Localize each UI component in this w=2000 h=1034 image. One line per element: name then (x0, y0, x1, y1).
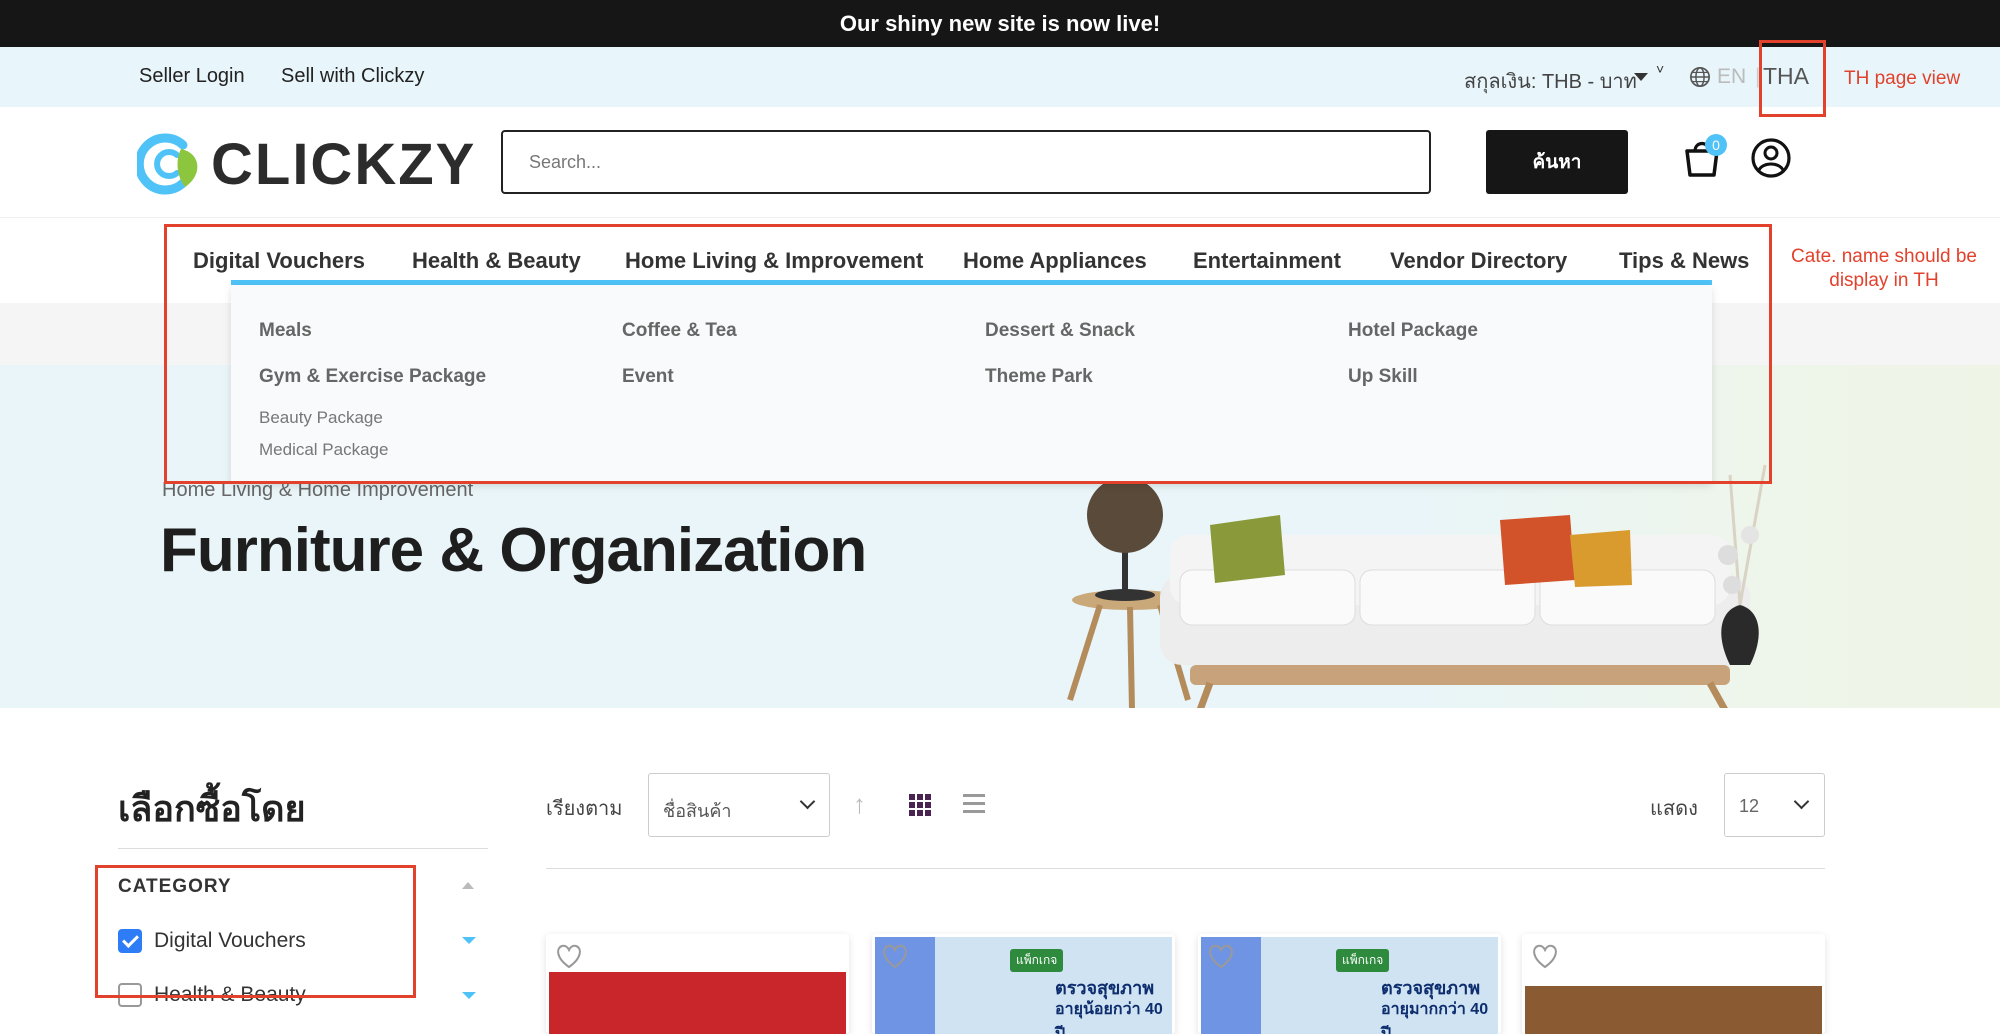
annotation-box-lang (1759, 40, 1826, 117)
per-page-select[interactable]: 12 (1724, 773, 1825, 837)
product-card[interactable]: แพ็กเกจ ตรวจสุขภาพ อายุน้อยกว่า 40 ปี (872, 934, 1175, 1034)
product-card[interactable]: แพ็กเกจ ตรวจสุขภาพ อายุมากกว่า 40 ปี (1198, 934, 1501, 1034)
clickzy-logo[interactable]: CLICKZY (137, 129, 476, 199)
page-title: Furniture & Organization (160, 516, 867, 585)
caret-down-icon[interactable] (1634, 73, 1648, 81)
product-subline: อายุมากกว่า 40 ปี (1381, 1001, 1489, 1034)
sell-with-clickzy-link[interactable]: Sell with Clickzy (281, 65, 424, 88)
product-badge: แพ็กเกจ (1010, 949, 1064, 972)
product-image (549, 972, 846, 1034)
annotation-cate-note-line1: Cate. name should be (1791, 246, 1977, 267)
site-header: CLICKZY ค้นหา 0 (0, 107, 2000, 218)
product-image: แพ็กเกจ ตรวจสุขภาพ อายุน้อยกว่า 40 ปี (875, 937, 1172, 1034)
product-card[interactable] (1522, 934, 1825, 1034)
annotation-th-page-view: TH page view (1844, 68, 1961, 89)
annotation-box-nav (164, 224, 1772, 484)
search-button[interactable]: ค้นหา (1486, 130, 1628, 194)
expand-caret-icon[interactable] (462, 937, 476, 944)
search-input[interactable] (501, 130, 1431, 194)
logo-mark-icon (137, 133, 198, 195)
expand-caret-icon[interactable] (462, 992, 476, 999)
collapse-caret-icon[interactable] (462, 882, 474, 889)
product-image (1525, 986, 1822, 1034)
product-badge: แพ็กเกจ (1336, 949, 1390, 972)
show-label: แสดง (1650, 798, 1698, 820)
globe-icon (1690, 67, 1710, 87)
heart-icon[interactable] (554, 942, 584, 970)
logo-text: CLICKZY (211, 131, 477, 197)
chevron-down-icon[interactable]: ˅ (1656, 61, 1664, 77)
announcement-text: Our shiny new site is now live! (839, 10, 1161, 36)
seller-login-link[interactable]: Seller Login (139, 65, 245, 88)
list-view-icon[interactable] (963, 794, 985, 816)
announcement-bar: Our shiny new site is now live! (0, 0, 2000, 47)
annotation-box-category (95, 865, 416, 998)
product-subline: อายุน้อยกว่า 40 ปี (1055, 1001, 1163, 1034)
heart-icon[interactable] (1530, 942, 1560, 970)
product-image: แพ็กเกจ ตรวจสุขภาพ อายุมากกว่า 40 ปี (1201, 937, 1498, 1034)
grid-view-icon[interactable] (909, 794, 931, 816)
heart-icon[interactable] (880, 942, 910, 970)
toolbar-divider (546, 868, 1825, 869)
product-card[interactable] (546, 934, 849, 1034)
heart-icon[interactable] (1206, 942, 1236, 970)
user-account-icon[interactable] (1750, 137, 1792, 179)
currency-selector[interactable]: สกุลเงิน: THB - บาท (1464, 65, 1637, 97)
sort-label: เรียงตาม (546, 798, 623, 820)
annotation-cate-note-line2: display in TH (1829, 270, 1939, 291)
sort-direction-arrow-icon[interactable]: ↑ (853, 789, 866, 820)
sidebar-title: เลือกซื้อโดย (118, 788, 306, 829)
lang-en-link[interactable]: EN (1717, 65, 1746, 89)
cart-count-badge: 0 (1705, 134, 1727, 156)
sidebar-divider (118, 848, 488, 849)
